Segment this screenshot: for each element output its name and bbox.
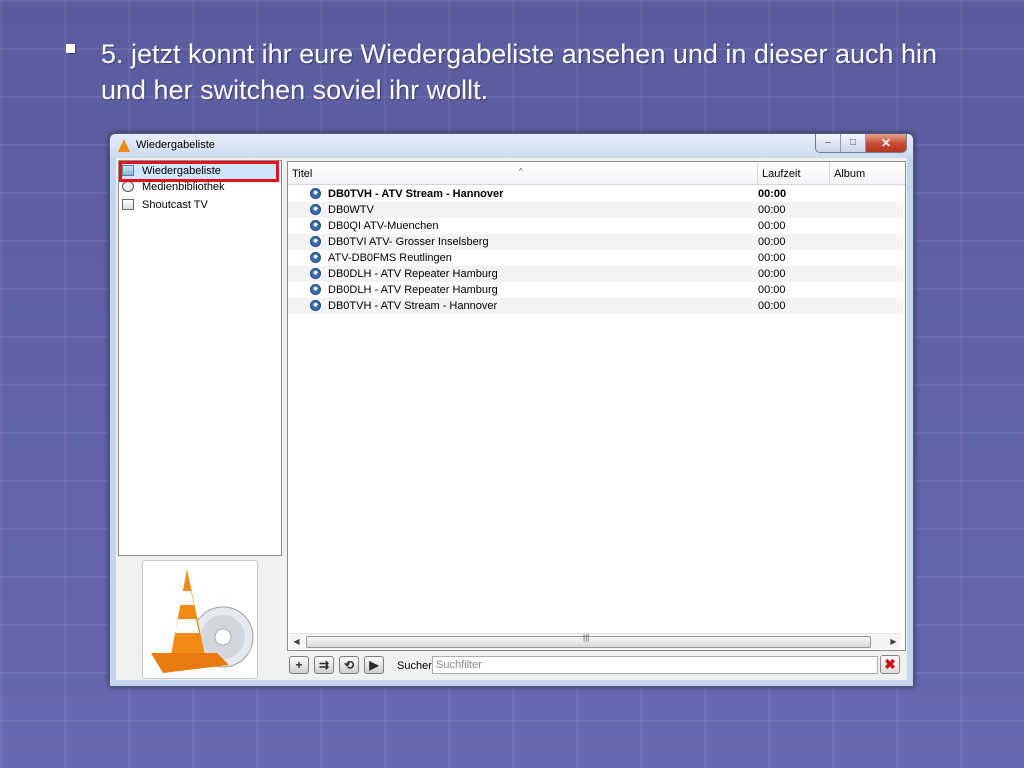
row-title: DB0WTV [328, 204, 374, 216]
table-row[interactable]: DB0QI ATV-Muenchen 00:00 [288, 218, 903, 234]
slide-bullet-text: 5. jetzt konnt ihr eure Wiedergabeliste … [101, 39, 938, 105]
table-row[interactable]: ATV-DB0FMS Reutlingen 00:00 [288, 250, 903, 266]
search-input[interactable] [432, 656, 878, 674]
album-art-vlc-cone [142, 560, 258, 679]
disc-icon [122, 181, 134, 192]
slide-bullet: 5. jetzt konnt ihr eure Wiedergabeliste … [66, 36, 966, 108]
row-title: DB0QI ATV-Muenchen [328, 220, 439, 232]
row-duration: 00:00 [758, 220, 786, 232]
sort-ascending-icon: ^ [519, 167, 523, 176]
close-button[interactable]: ✕ [866, 134, 906, 152]
sidebar-item-shoutcast-tv[interactable]: Shoutcast TV [119, 197, 277, 213]
row-duration: 00:00 [758, 252, 786, 264]
table-row[interactable]: DB0WTV 00:00 [288, 202, 903, 218]
column-header-album[interactable]: Album [830, 162, 903, 184]
maximize-button[interactable]: □ [841, 134, 866, 152]
stream-icon [310, 268, 321, 279]
table-row[interactable]: DB0TVH - ATV Stream - Hannover 00:00 [288, 186, 903, 202]
stream-icon [310, 252, 321, 263]
play-selected-button[interactable]: ▶ [364, 656, 384, 674]
bullet-marker [66, 44, 75, 53]
sidebar: Wiedergabeliste Medienbibliothek Shoutca… [118, 160, 282, 556]
column-header-title[interactable]: Titel ^ [288, 162, 758, 184]
window-title: Wiedergabeliste [136, 139, 215, 151]
window-controls: – □ ✕ [815, 134, 907, 153]
row-duration: 00:00 [758, 300, 786, 312]
stream-icon [310, 300, 321, 311]
column-header-album-label: Album [834, 168, 866, 180]
box-icon [122, 199, 134, 210]
row-duration: 00:00 [758, 188, 787, 200]
table-row[interactable]: DB0TVH - ATV Stream - Hannover 00:00 [288, 298, 903, 314]
row-duration: 00:00 [758, 268, 786, 280]
row-title: DB0TVI ATV- Grosser Inselsberg [328, 236, 489, 248]
search-label: Suchen [397, 660, 435, 672]
playlist-view: Titel ^ Laufzeit Album DB0TVH - ATV Stre… [287, 161, 906, 651]
highlight-annotation-box [119, 161, 279, 182]
table-row[interactable]: DB0TVI ATV- Grosser Inselsberg 00:00 [288, 234, 903, 250]
playlist-toolbar: + ⇉ ⟲ ▶ Suchen ✖ [287, 654, 904, 676]
table-row[interactable]: DB0DLH - ATV Repeater Hamburg 00:00 [288, 266, 903, 282]
vlc-cone-icon [118, 139, 130, 152]
horizontal-scrollbar[interactable]: ◀ ||| ▶ [289, 633, 901, 649]
row-duration: 00:00 [758, 236, 786, 248]
row-duration: 00:00 [758, 284, 786, 296]
playlist-header: Titel ^ Laufzeit Album [288, 162, 905, 185]
row-title: DB0TVH - ATV Stream - Hannover [328, 300, 498, 312]
shuffle-button[interactable]: ⇉ [314, 656, 334, 674]
table-row[interactable]: DB0DLH - ATV Repeater Hamburg 00:00 [288, 282, 903, 298]
column-header-duration[interactable]: Laufzeit [758, 162, 830, 184]
title-bar[interactable]: Wiedergabeliste – □ ✕ [110, 134, 913, 158]
vlc-playlist-window: Wiedergabeliste – □ ✕ Wiedergabeliste Me… [109, 133, 914, 687]
scroll-left-icon[interactable]: ◀ [289, 634, 304, 649]
scroll-right-icon[interactable]: ▶ [886, 634, 901, 649]
clear-search-button[interactable]: ✖ [880, 655, 900, 674]
stream-icon [310, 220, 321, 231]
add-button[interactable]: + [289, 656, 309, 674]
vlc-cone-disc-icon [151, 569, 254, 673]
column-header-title-label: Titel [292, 168, 313, 180]
stream-icon [310, 188, 321, 199]
stream-icon [310, 204, 321, 215]
row-title: DB0TVH - ATV Stream - Hannover [328, 188, 504, 200]
row-duration: 00:00 [758, 204, 786, 216]
row-title: ATV-DB0FMS Reutlingen [328, 252, 452, 264]
column-header-duration-label: Laufzeit [762, 168, 801, 180]
repeat-button[interactable]: ⟲ [339, 656, 359, 674]
stream-icon [310, 284, 321, 295]
row-title: DB0DLH - ATV Repeater Hamburg [328, 284, 498, 296]
stream-icon [310, 236, 321, 247]
row-title: DB0DLH - ATV Repeater Hamburg [328, 268, 498, 280]
scrollbar-grip-icon: ||| [583, 633, 590, 642]
scrollbar-thumb[interactable]: ||| [306, 633, 871, 648]
window-client-area: Wiedergabeliste Medienbibliothek Shoutca… [116, 158, 907, 680]
minimize-button[interactable]: – [816, 134, 841, 152]
sidebar-item-label: Shoutcast TV [142, 199, 208, 211]
